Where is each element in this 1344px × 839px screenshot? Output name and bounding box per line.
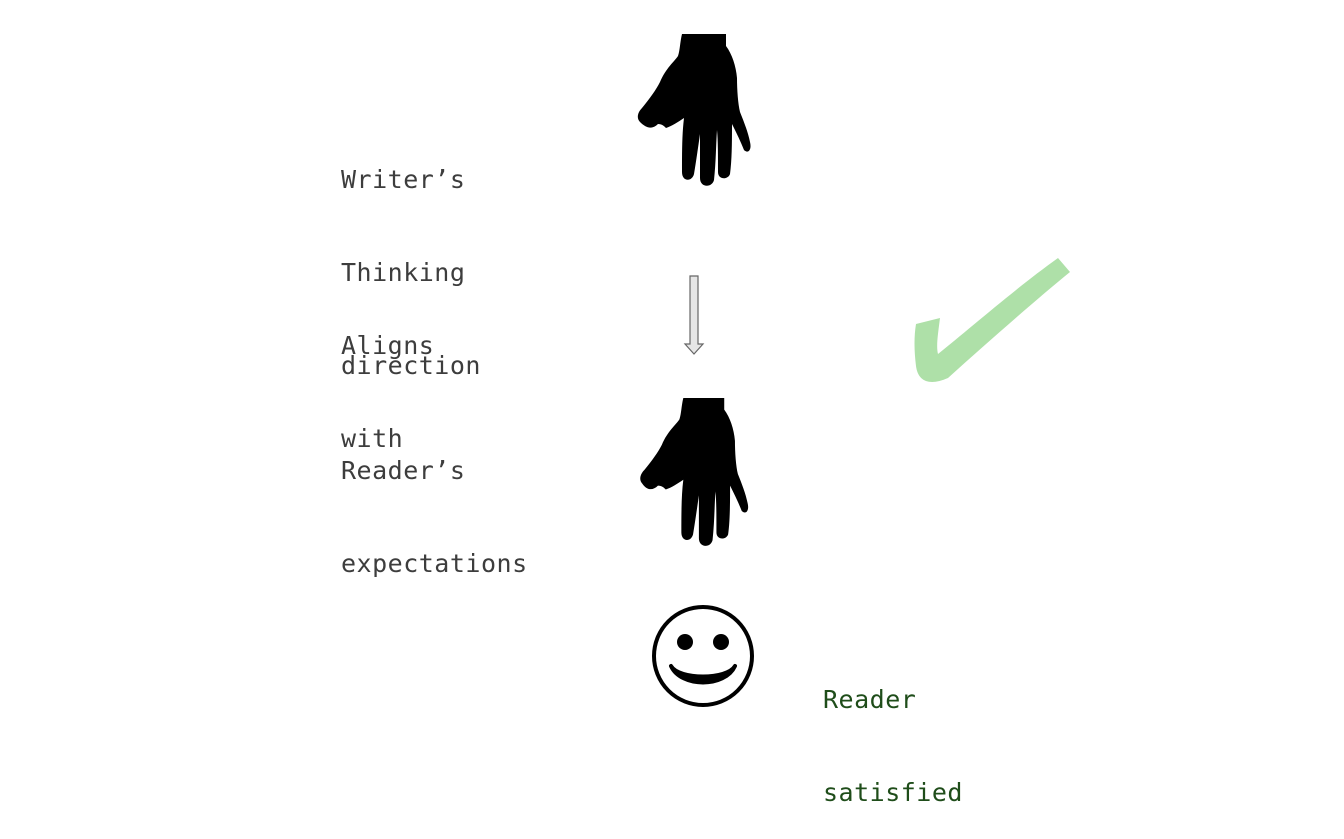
down-arrow-icon: [683, 275, 705, 355]
label-line: satisfied: [823, 778, 963, 807]
label-line: Reader: [823, 685, 917, 714]
label-line: Aligns: [341, 331, 435, 360]
smiley-face-icon: [652, 605, 754, 707]
label-line: expectations: [341, 549, 528, 578]
reader-satisfied-label: Reader satisfied: [823, 622, 963, 839]
hand-icon: [637, 34, 751, 186]
hand-icon: [640, 397, 749, 546]
label-line: Writer’s: [341, 165, 466, 194]
check-mark-icon: [914, 258, 1070, 382]
label-line: Reader’s: [341, 456, 466, 485]
reader-expectations-label: Reader’s expectations: [341, 393, 528, 610]
